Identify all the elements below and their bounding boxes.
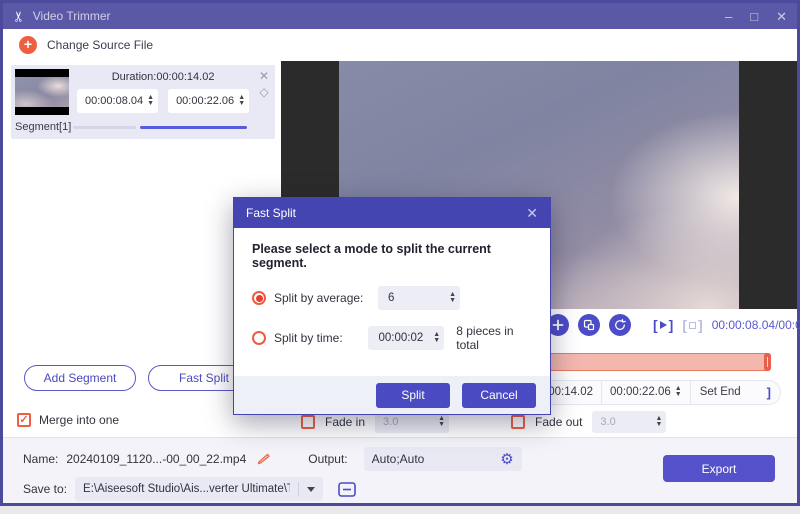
split-by-time-label: Split by time: bbox=[274, 331, 368, 345]
export-button[interactable]: Export bbox=[663, 455, 775, 482]
fade-in-label: Fade in bbox=[325, 415, 365, 429]
chevron-down-icon bbox=[307, 487, 315, 492]
titlebar: ✂ Video Trimmer – □ ✕ bbox=[3, 3, 797, 29]
minimize-button[interactable]: – bbox=[725, 10, 732, 23]
dialog-prompt: Please select a mode to split the curren… bbox=[252, 242, 532, 270]
stepper-arrows-icon[interactable]: ▲▼ bbox=[655, 416, 662, 428]
segment-duration: Duration:00:00:14.02 bbox=[77, 71, 249, 83]
file-name-value: 20240109_1120...-00_00_22.mp4 bbox=[66, 452, 246, 466]
dialog-titlebar: Fast Split ✕ bbox=[234, 198, 550, 228]
reorder-chevrons-icon[interactable]: ◇ bbox=[259, 85, 268, 99]
split-confirm-button[interactable]: Split bbox=[376, 383, 450, 408]
stepper-arrows-icon[interactable]: ▲▼ bbox=[433, 332, 440, 344]
merge-label: Merge into one bbox=[39, 413, 119, 427]
stepper-arrows-icon[interactable]: ▲▼ bbox=[238, 95, 245, 107]
merge-checkbox[interactable]: ✓ bbox=[17, 413, 31, 427]
trim-end-handle[interactable] bbox=[764, 353, 771, 371]
app-window: ✂ Video Trimmer – □ ✕ + Change Source Fi… bbox=[0, 0, 800, 506]
duplicate-button[interactable] bbox=[578, 314, 600, 336]
stepper-arrows-icon[interactable]: ▲▼ bbox=[438, 416, 445, 428]
save-to-dropdown[interactable]: E:\Aiseesoft Studio\Ais...verter Ultimat… bbox=[75, 477, 323, 501]
stepper-arrows-icon[interactable]: ▲▼ bbox=[449, 292, 456, 304]
add-segment-button[interactable]: Add Segment bbox=[24, 365, 136, 391]
change-source-button[interactable]: Change Source File bbox=[47, 38, 153, 52]
window-title: Video Trimmer bbox=[33, 9, 111, 23]
gear-icon[interactable]: ⚙ bbox=[500, 452, 513, 467]
segment-end-spinner[interactable]: 00:00:22.06 ▲▼ bbox=[168, 89, 249, 113]
fade-out-label: Fade out bbox=[535, 415, 582, 429]
divider bbox=[298, 482, 299, 496]
segment-thumbnail[interactable] bbox=[15, 69, 69, 115]
dialog-title: Fast Split bbox=[246, 206, 296, 220]
time-interval-spinner[interactable]: 00:00:02 ▲▼ bbox=[368, 326, 444, 350]
fade-out-checkbox[interactable]: ✓ bbox=[511, 415, 525, 429]
dialog-close-icon[interactable]: ✕ bbox=[526, 205, 538, 222]
reset-button[interactable] bbox=[609, 314, 631, 336]
split-by-average-label: Split by average: bbox=[274, 291, 378, 305]
add-source-icon[interactable]: + bbox=[19, 36, 37, 54]
open-folder-icon[interactable] bbox=[337, 481, 357, 498]
time-display: 00:00:08.04/00:00:22.07 bbox=[712, 318, 800, 332]
set-end-button[interactable]: Set End ] bbox=[690, 381, 780, 404]
maximize-button[interactable]: □ bbox=[750, 10, 758, 23]
split-by-average-radio[interactable] bbox=[252, 291, 266, 305]
edit-name-icon[interactable] bbox=[256, 452, 272, 466]
stepper-arrows-icon[interactable]: ▲▼ bbox=[675, 386, 682, 398]
output-bar: Name: 20240109_1120...-00_00_22.mp4 Outp… bbox=[3, 437, 797, 503]
dialog-footer: Split Cancel bbox=[234, 376, 550, 414]
end-time-spinner[interactable]: 00:00:22.06 ▲▼ bbox=[601, 381, 690, 404]
fast-split-dialog: Fast Split ✕ Please select a mode to spl… bbox=[233, 197, 551, 415]
segment-range-bar bbox=[73, 126, 247, 129]
stepper-arrows-icon[interactable]: ▲▼ bbox=[147, 95, 154, 107]
name-label: Name: bbox=[23, 452, 58, 466]
output-format-field[interactable]: Auto;Auto ⚙ bbox=[364, 447, 522, 471]
preview-segment-button[interactable]: [] bbox=[653, 317, 673, 333]
pieces-note: 8 pieces in total bbox=[456, 324, 532, 352]
stop-segment-icon bbox=[689, 322, 696, 329]
play-segment-icon bbox=[660, 321, 667, 329]
cancel-button[interactable]: Cancel bbox=[462, 383, 536, 408]
split-by-time-radio[interactable] bbox=[252, 331, 266, 345]
segment-card[interactable]: Duration:00:00:14.02 00:00:08.04 ▲▼ 00:0… bbox=[11, 65, 275, 139]
segment-label: Segment[1] bbox=[15, 121, 73, 133]
segment-start-spinner[interactable]: 00:00:08.04 ▲▼ bbox=[77, 89, 158, 113]
save-to-label: Save to: bbox=[23, 482, 67, 496]
preview-stop-button[interactable]: [] bbox=[682, 317, 702, 333]
close-button[interactable]: ✕ bbox=[776, 10, 787, 23]
scissors-app-icon: ✂ bbox=[10, 10, 27, 22]
average-count-spinner[interactable]: 6 ▲▼ bbox=[378, 286, 460, 310]
output-label: Output: bbox=[308, 452, 347, 466]
fade-out-spinner[interactable]: 3.0 ▲▼ bbox=[592, 411, 666, 433]
fade-in-checkbox[interactable]: ✓ bbox=[301, 415, 315, 429]
source-toolbar: + Change Source File bbox=[3, 29, 797, 61]
delete-segment-icon[interactable]: ✕ bbox=[259, 69, 269, 83]
